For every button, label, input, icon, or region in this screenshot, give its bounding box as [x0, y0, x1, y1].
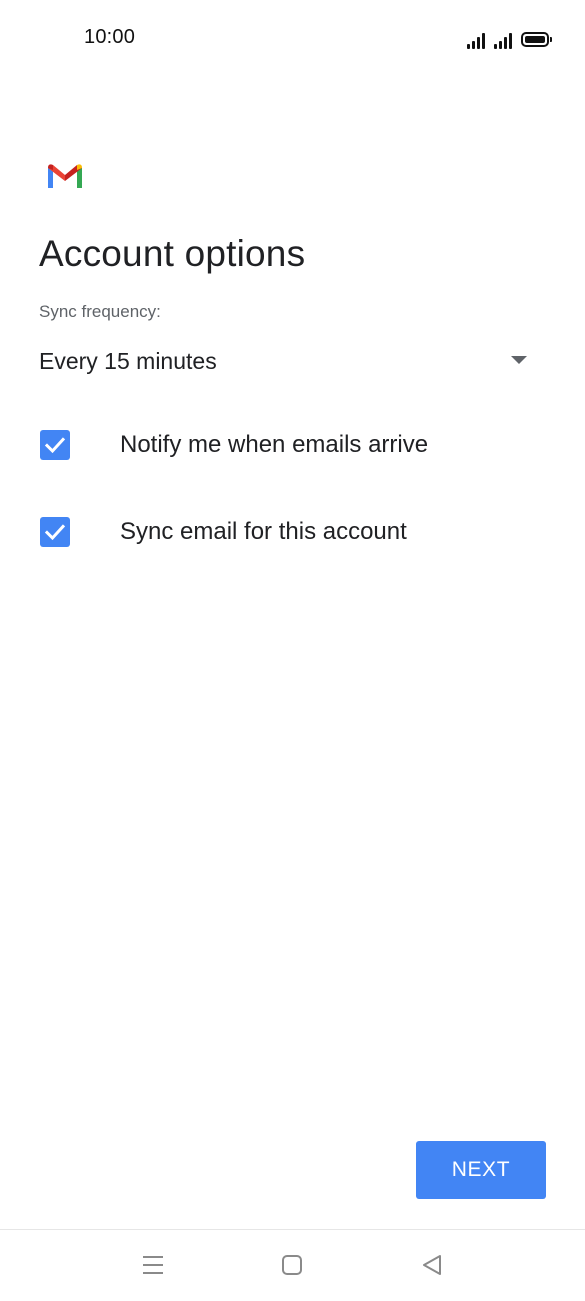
notify-label: Notify me when emails arrive: [120, 431, 429, 458]
sync-frequency-label: Sync frequency:: [39, 302, 161, 321]
battery-icon: [521, 32, 552, 47]
signal-icon: [494, 31, 512, 49]
sync-frequency-dropdown[interactable]: Every 15 minutes: [39, 342, 539, 386]
sync-email-option[interactable]: Sync email for this account: [39, 507, 539, 557]
navigation-bar: [0, 1229, 585, 1301]
page-title: Account options: [39, 233, 306, 274]
home-icon[interactable]: [279, 1252, 305, 1278]
notify-option[interactable]: Notify me when emails arrive: [39, 420, 539, 470]
next-button[interactable]: NEXT: [416, 1141, 546, 1199]
dropdown-arrow-icon: [511, 356, 527, 364]
gmail-logo-icon: [46, 161, 84, 191]
check-icon: [44, 437, 66, 454]
back-icon[interactable]: [419, 1252, 445, 1278]
sync-email-label: Sync email for this account: [120, 518, 407, 545]
status-bar: 10:00: [0, 0, 585, 76]
status-icons: [467, 27, 552, 49]
sync-email-checkbox[interactable]: [40, 517, 70, 547]
sync-frequency-value: Every 15 minutes: [39, 348, 217, 374]
status-time: 10:00: [84, 26, 136, 48]
notify-checkbox[interactable]: [40, 430, 70, 460]
signal-icon: [467, 31, 485, 49]
check-icon: [44, 524, 66, 541]
menu-icon[interactable]: [140, 1252, 166, 1278]
